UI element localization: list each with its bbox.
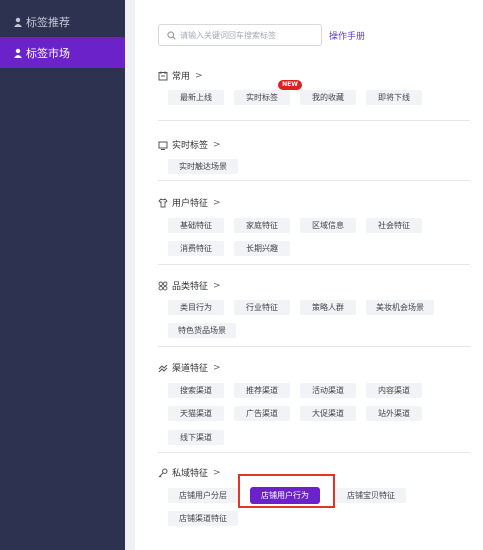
user-icon [13, 17, 23, 27]
chevron-right-icon: > [213, 197, 221, 208]
search-input[interactable] [180, 30, 318, 40]
monitor-icon [158, 140, 168, 150]
shirt-icon [158, 197, 168, 208]
section-divider [158, 264, 470, 265]
section-title-text: 用户特征 [172, 199, 209, 209]
sidebar-item-tag-recommend[interactable]: 标签推荐 [0, 6, 125, 37]
tag-item[interactable]: 天猫渠道 [168, 406, 224, 421]
section-divider [158, 120, 470, 121]
section-divider [158, 452, 470, 453]
tag-item[interactable]: 店铺用户分层 [168, 488, 238, 503]
grid-icon [158, 281, 168, 291]
tag-item[interactable]: 消费特征 [168, 241, 224, 256]
calendar-icon [158, 71, 168, 81]
section-private-title[interactable]: 私域特征 > [158, 466, 221, 479]
tag-item[interactable]: 即将下线 [366, 90, 422, 105]
tag-item[interactable]: 社会特征 [366, 218, 422, 233]
chevron-right-icon: > [213, 280, 221, 291]
sidebar-item-tag-market[interactable]: 标签市场 [0, 37, 125, 68]
tag-item[interactable]: 广告渠道 [234, 406, 290, 421]
tag-item[interactable]: 店铺宝贝特征 [336, 488, 406, 503]
section-channel-title[interactable]: 渠道特征 > [158, 361, 221, 374]
sidebar-item-label: 标签市场 [26, 46, 70, 60]
gutter [125, 0, 135, 550]
tag-item[interactable]: 推荐渠道 [234, 383, 290, 398]
section-title-text: 渠道特征 [172, 364, 209, 374]
tag-item[interactable]: 线下渠道 [168, 430, 224, 445]
chevron-right-icon: > [213, 467, 221, 478]
tag-item[interactable]: 美妆机会场景 [366, 300, 434, 315]
search-icon [167, 30, 176, 40]
tag-item[interactable]: 特色货品场景 [168, 323, 236, 338]
chevron-right-icon: > [213, 139, 221, 150]
search-box[interactable] [158, 24, 322, 46]
tag-item[interactable]: 家庭特征 [234, 218, 290, 233]
manual-link[interactable]: 操作手册 [329, 29, 365, 42]
section-divider [158, 180, 470, 181]
section-category-title[interactable]: 品类特征 > [158, 279, 221, 292]
section-common-title[interactable]: 常用 > [158, 69, 203, 82]
tag-item[interactable]: 行业特征 [234, 300, 290, 315]
tag-item[interactable]: 大促渠道 [300, 406, 356, 421]
tag-item[interactable]: 最新上线 [168, 90, 224, 105]
tag-item[interactable]: 区域信息 [300, 218, 356, 233]
tag-item[interactable]: 类目行为 [168, 300, 224, 315]
section-divider [158, 346, 470, 347]
tag-item[interactable]: 实时标签 [234, 90, 290, 105]
sidebar-item-label: 标签推荐 [26, 15, 70, 29]
tag-item[interactable]: 实时触达场景 [168, 159, 238, 174]
tag-item[interactable]: 基础特征 [168, 218, 224, 233]
key-icon [158, 468, 168, 478]
chevron-right-icon: > [213, 362, 221, 373]
section-title-text: 私域特征 [172, 469, 209, 479]
tag-item[interactable]: 活动渠道 [300, 383, 356, 398]
sidebar: 标签推荐 标签市场 [0, 0, 125, 550]
section-title-text: 实时标签 [172, 141, 209, 151]
flow-icon [158, 363, 168, 373]
section-title-text: 常用 [172, 72, 191, 82]
section-title-text: 品类特征 [172, 282, 209, 292]
tag-item[interactable]: 店铺渠道特征 [168, 511, 238, 526]
tag-item[interactable]: 我的收藏 [300, 90, 356, 105]
tag-item[interactable]: 站外渠道 [366, 406, 422, 421]
tag-item[interactable]: 搜索渠道 [168, 383, 224, 398]
chevron-right-icon: > [195, 70, 203, 81]
user-icon [13, 48, 23, 58]
tag-item[interactable]: 长期兴趣 [234, 241, 290, 256]
section-realtime-title[interactable]: 实时标签 > [158, 138, 221, 151]
tag-item[interactable]: 策略人群 [300, 300, 356, 315]
tag-item[interactable]: 内容渠道 [366, 383, 422, 398]
new-badge: NEW [278, 80, 302, 90]
section-user-title[interactable]: 用户特征 > [158, 196, 221, 209]
tag-item-selected[interactable]: 店铺用户行为 [250, 487, 320, 504]
